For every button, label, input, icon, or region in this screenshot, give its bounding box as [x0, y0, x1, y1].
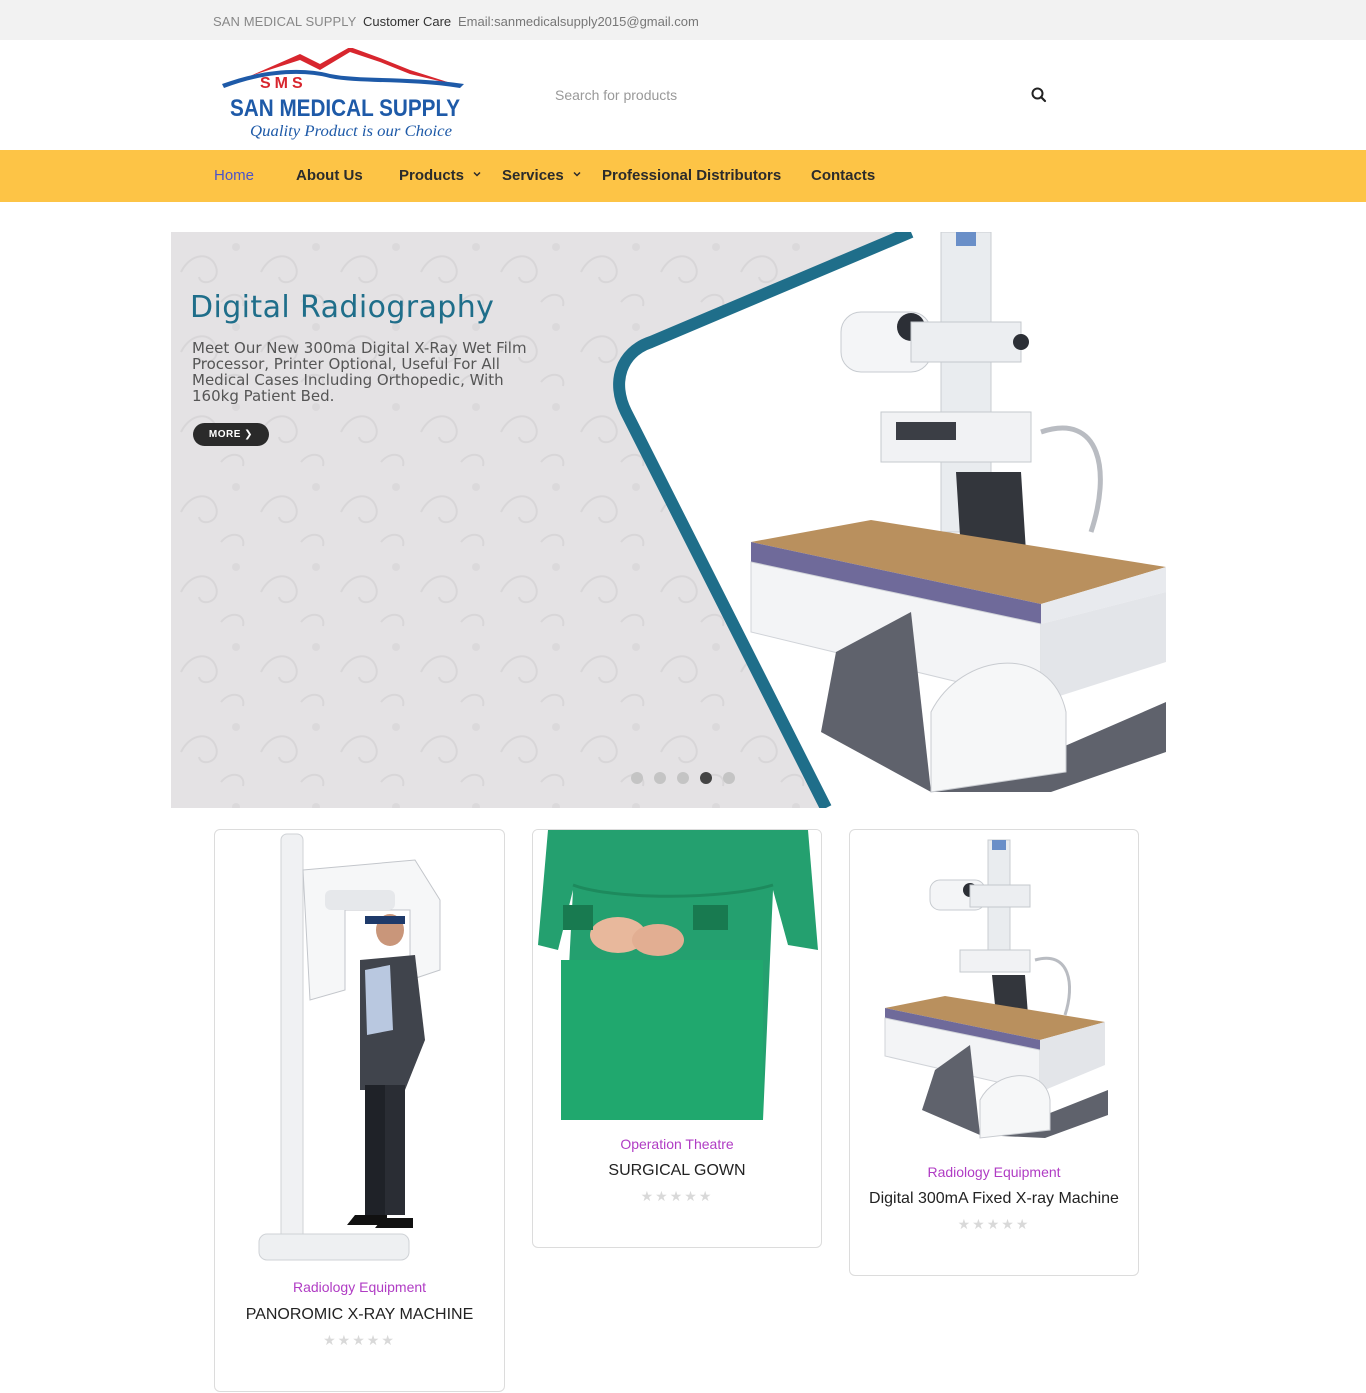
nav-item-products[interactable]: Products [399, 167, 482, 184]
nav-item-professional-distributors[interactable]: Professional Distributors [602, 167, 781, 184]
product-image [258, 833, 441, 1261]
product-category[interactable]: Radiology Equipment [215, 1279, 504, 1295]
product-card[interactable]: Operation Theatre SURGICAL GOWN ★★★★★ [532, 829, 822, 1248]
product-card[interactable]: Radiology Equipment PANOROMIC X-RAY MACH… [214, 829, 505, 1392]
logo-initials: SMS [260, 75, 307, 92]
chevron-down-icon [573, 172, 581, 177]
rating-stars-icon: ★★★★★ [957, 1216, 1031, 1232]
product-name[interactable]: PANOROMIC X-RAY MACHINE [215, 1306, 504, 1324]
slider-dot-5[interactable] [723, 772, 735, 784]
search-icon[interactable] [1030, 86, 1048, 104]
slide-more-button[interactable]: MORE ❯ [193, 423, 269, 446]
customer-care-label: Customer Care [363, 14, 452, 29]
nav-item-services[interactable]: Services [502, 167, 582, 184]
slider-dot-2[interactable] [654, 772, 666, 784]
main-nav: Home About Us Products Services Professi… [0, 150, 1366, 202]
slide-title: Digital Radiography [190, 290, 495, 325]
nav-item-home[interactable]: Home [214, 167, 254, 184]
nav-item-products-label: Products [399, 167, 465, 184]
product-name[interactable]: Digital 300mA Fixed X-ray Machine [850, 1190, 1138, 1208]
slider-dot-3[interactable] [677, 772, 689, 784]
product-name[interactable]: SURGICAL GOWN [533, 1162, 821, 1180]
product-card[interactable]: Radiology Equipment Digital 300mA Fixed … [849, 829, 1139, 1276]
nav-item-contacts[interactable]: Contacts [811, 167, 875, 184]
slide-description: Meet Our New 300ma Digital X-Ray Wet Fil… [192, 339, 527, 405]
site-logo[interactable]: SMS SAN MEDICAL SUPPLY Quality Product i… [220, 47, 468, 144]
top-bar: SAN MEDICAL SUPPLY Customer Care Email:s… [0, 0, 1366, 40]
slider-dot-4[interactable] [700, 772, 712, 784]
search-input[interactable] [540, 74, 1060, 116]
rating-stars-icon: ★★★★★ [640, 1188, 714, 1204]
slider-dot-1[interactable] [631, 772, 643, 784]
site-header: SMS SAN MEDICAL SUPPLY Quality Product i… [0, 40, 1366, 150]
search-bar [540, 74, 1060, 116]
rating-stars-icon: ★★★★★ [323, 1332, 396, 1348]
product-image [533, 830, 821, 1120]
hero-slider[interactable]: Digital Radiography Meet Our New 300ma D… [171, 232, 1171, 808]
customer-care-email[interactable]: Email:sanmedicalsupply2015@gmail.com [458, 14, 699, 29]
top-bar-brand: SAN MEDICAL SUPPLY [213, 14, 357, 29]
logo-graphic: SMS SAN MEDICAL SUPPLY Quality Product i… [222, 47, 464, 140]
product-image [884, 839, 1108, 1139]
nav-item-about-us[interactable]: About Us [296, 167, 363, 184]
logo-tagline: Quality Product is our Choice [250, 123, 452, 140]
product-category[interactable]: Operation Theatre [533, 1136, 821, 1152]
nav-item-services-label: Services [502, 167, 564, 184]
logo-name: SAN MEDICAL SUPPLY [230, 95, 460, 122]
chevron-down-icon [473, 172, 481, 177]
product-category[interactable]: Radiology Equipment [850, 1164, 1138, 1180]
